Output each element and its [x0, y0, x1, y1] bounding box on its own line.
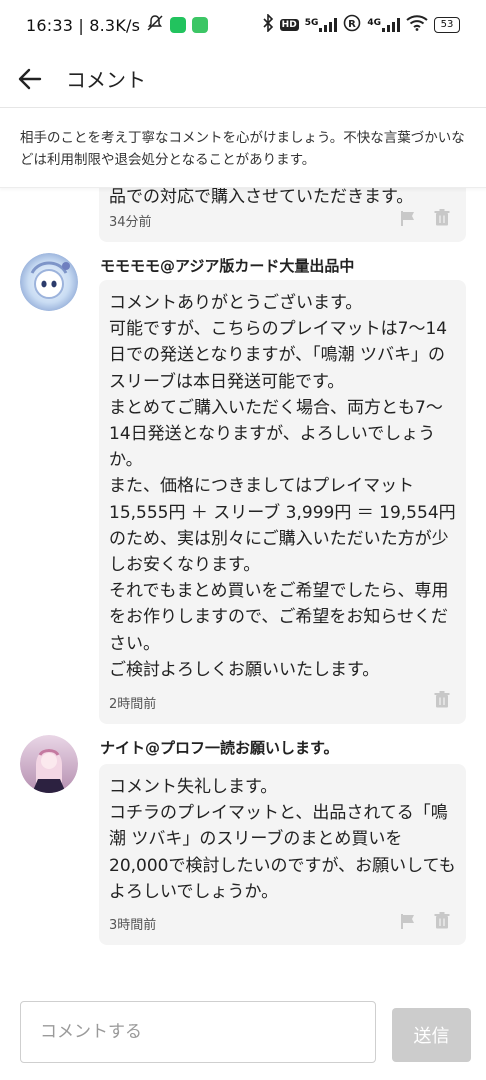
- avatar[interactable]: [20, 253, 78, 311]
- comment-list[interactable]: 品での対応で購入させていただきます。 34分前 モモモモ@アジア版カード大量出品…: [0, 188, 486, 1000]
- status-right: HD 5G R 4G 53: [262, 13, 460, 36]
- comment-composer: 送信: [0, 1000, 486, 1080]
- back-button[interactable]: [16, 65, 44, 93]
- hd-icon: HD: [279, 19, 299, 31]
- report-flag-icon[interactable]: [400, 210, 416, 230]
- comment-bubble: 品での対応で購入させていただきます。 34分前: [99, 188, 466, 242]
- comment-time: 34分前: [109, 215, 152, 230]
- app-header: コメント: [0, 50, 486, 108]
- comment-bubble: コメントありがとうございます。 可能ですが、こちらのプレイマットは7〜14日での…: [99, 280, 466, 724]
- back-arrow-icon: [18, 68, 42, 89]
- comment-actions: [434, 691, 450, 712]
- app-notification-icon: [192, 17, 209, 33]
- delete-trash-icon[interactable]: [434, 209, 450, 230]
- bluetooth-icon: [262, 13, 274, 36]
- comment-username[interactable]: ナイト@プロフ一読お願いします。: [100, 737, 339, 758]
- status-bar: 16:33 | 8.3K/s HD 5G R 4G 53: [0, 0, 486, 50]
- battery-indicator: 53: [434, 17, 460, 33]
- network-4g-label: 4G: [367, 18, 381, 28]
- report-flag-icon[interactable]: [400, 913, 416, 933]
- status-time-speed: 16:33 | 8.3K/s: [26, 15, 141, 35]
- comment-input[interactable]: [20, 1001, 376, 1063]
- network-5g-label: 5G: [304, 18, 319, 28]
- notification-off-icon: [146, 14, 164, 36]
- signal-4g-icon: 4G: [367, 18, 400, 32]
- avatar[interactable]: [20, 735, 78, 793]
- delete-trash-icon[interactable]: [434, 912, 450, 933]
- comment-text: 品での対応で購入させていただきます。: [109, 188, 414, 207]
- svg-text:R: R: [348, 19, 356, 30]
- wifi-icon: [406, 15, 428, 35]
- registered-icon: R: [343, 14, 361, 36]
- page-title: コメント: [66, 68, 146, 92]
- comment-guideline-notice: 相手のことを考え丁寧なコメントを心がけましょう。不快な言葉づかいなどは利用制限や…: [0, 108, 486, 188]
- wechat-icon: [170, 17, 187, 33]
- delete-trash-icon[interactable]: [434, 691, 450, 712]
- comment-actions: [400, 209, 450, 230]
- comment-text: コメント失礼します。 コチラのプレイマットと、出品されてる「鳴潮 ツバキ」のスリ…: [109, 777, 456, 902]
- comment-time: 3時間前: [109, 918, 157, 933]
- status-left: 16:33 | 8.3K/s: [26, 14, 209, 36]
- signal-5g-icon: 5G: [305, 18, 338, 32]
- comment-time: 2時間前: [109, 697, 157, 712]
- comment-actions: [400, 912, 450, 933]
- comment-username[interactable]: モモモモ@アジア版カード大量出品中: [100, 255, 354, 276]
- comment-text: コメントありがとうございます。 可能ですが、こちらのプレイマットは7〜14日での…: [109, 293, 456, 680]
- send-button[interactable]: 送信: [392, 1008, 471, 1062]
- comment-bubble: コメント失礼します。 コチラのプレイマットと、出品されてる「鳴潮 ツバキ」のスリ…: [99, 764, 466, 945]
